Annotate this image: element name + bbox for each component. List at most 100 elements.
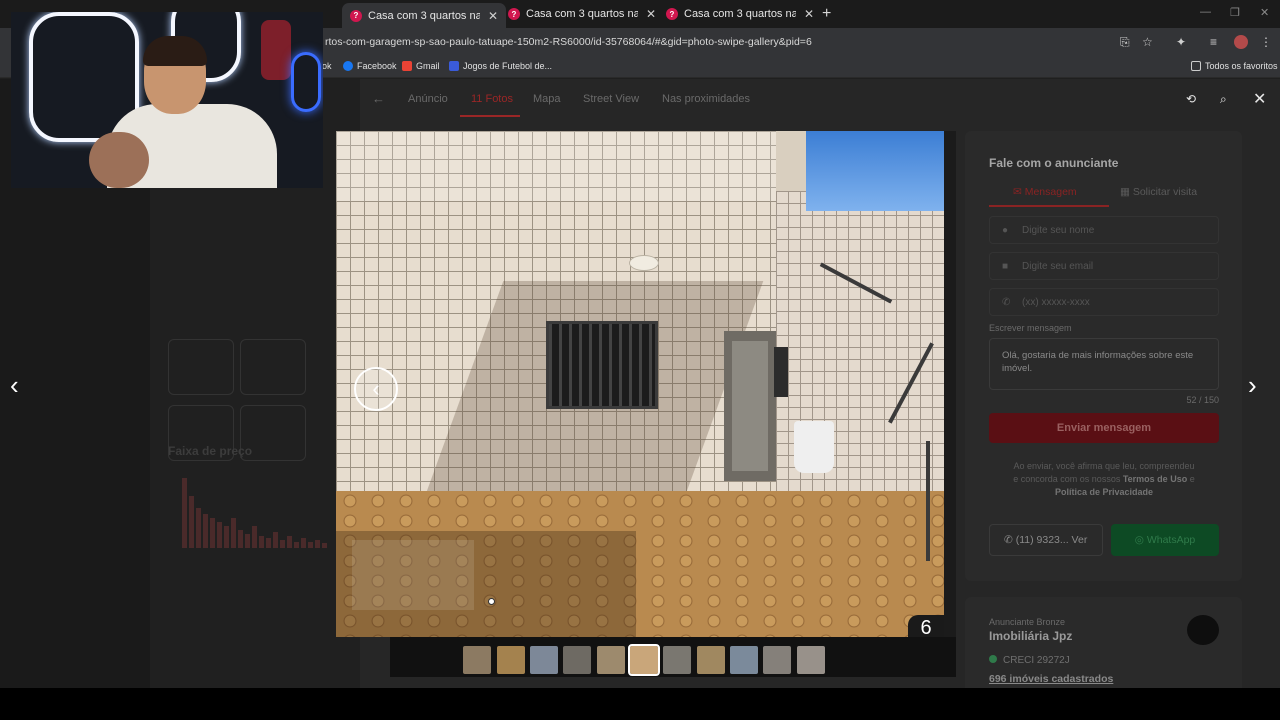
advertiser-tier: Anunciante Bronze (989, 617, 1066, 627)
stair-post (926, 441, 930, 561)
terms-conjunction: e (1189, 474, 1195, 484)
message-textarea[interactable]: Olá, gostaria de mais informações sobre … (989, 338, 1219, 390)
histogram-bar (203, 514, 208, 548)
figure-decor (261, 20, 291, 80)
browser-window: ? Casa com 3 quartos na Rua Joã ✕ ? Casa… (0, 0, 1280, 688)
creci-text: CRECI 29272J (1003, 655, 1070, 666)
new-tab-button[interactable]: + (822, 5, 831, 23)
thumbnail[interactable] (663, 646, 691, 674)
calendar-icon: ▦ (1120, 186, 1133, 198)
tab-active[interactable]: ? Casa com 3 quartos na Rua Joã ✕ (342, 3, 507, 28)
media-controls-icon[interactable]: ≡ (1210, 35, 1217, 49)
histogram-bar (301, 538, 306, 548)
streamer-hair (143, 36, 207, 66)
tab-label: Casa com 3 quartos na Mirante (526, 8, 638, 20)
close-tab-icon[interactable]: ✕ (488, 9, 498, 23)
profile-avatar[interactable] (1234, 35, 1248, 49)
rotate-icon[interactable]: ⟲ (1186, 92, 1196, 106)
thumbnail[interactable] (597, 646, 625, 674)
phone-field[interactable]: ✆ (xx) xxxxx-xxxx (989, 288, 1219, 316)
advertiser-logo[interactable] (1187, 615, 1219, 645)
name-field[interactable]: ● Digite seu nome (989, 216, 1219, 244)
all-bookmarks-label: Todos os favoritos (1205, 61, 1278, 71)
photo-edge (944, 131, 956, 637)
email-field[interactable]: ■ Digite seu email (989, 252, 1219, 280)
tab-mensagem[interactable]: ✉ Mensagem (1013, 186, 1077, 198)
gallery-next-arrow[interactable]: › (1248, 370, 1257, 401)
email-placeholder: Digite seu email (1022, 261, 1094, 272)
thumbnail[interactable] (697, 646, 725, 674)
show-phone-button[interactable]: ✆ (11) 9323... Ver (989, 524, 1103, 556)
histogram-bar (217, 522, 222, 548)
bookmark-gmail[interactable]: Gmail (402, 61, 440, 71)
bookmark-facebook[interactable]: Facebook (343, 61, 397, 71)
gallery-prev-arrow[interactable]: ‹ (10, 370, 19, 401)
back-arrow-icon[interactable]: ← (372, 91, 385, 106)
photo-counter: 6 (908, 615, 944, 639)
bookmark-item[interactable]: ok (322, 61, 332, 71)
tab-street-view[interactable]: Street View (583, 93, 639, 105)
tab-mapa[interactable]: Mapa (533, 93, 561, 105)
advertiser-name[interactable]: Imobiliária Jpz (989, 629, 1072, 643)
photo-lamp (629, 255, 659, 271)
tab-solicitar-visita[interactable]: ▦ Solicitar visita (1120, 186, 1197, 198)
whatsapp-button[interactable]: ◎ WhatsApp (1111, 524, 1219, 556)
gallery-tabs: ← Anúncio 11 Fotos Mapa Street View Nas … (360, 79, 1280, 117)
thumbnail[interactable] (763, 646, 791, 674)
close-window-icon[interactable]: ✕ (1260, 6, 1269, 19)
thumbnail[interactable] (563, 646, 591, 674)
thumbnail-active[interactable] (628, 644, 660, 676)
site-favicon-icon: ? (350, 9, 362, 22)
close-tab-icon[interactable]: ✕ (804, 7, 814, 21)
price-histogram (176, 470, 336, 548)
thumbnail[interactable] (530, 646, 558, 674)
all-bookmarks[interactable]: Todos os favoritos (1191, 61, 1278, 71)
histogram-bar (280, 540, 285, 548)
minimize-icon[interactable]: — (1200, 6, 1211, 18)
terms-line: Ao enviar, você afirma que leu, compreen… (1013, 461, 1195, 471)
contact-panel: Fale com o anunciante ✉ Mensagem ▦ Solic… (965, 131, 1242, 581)
tab-mensagem-label: Mensagem (1024, 186, 1077, 198)
filter-card (168, 339, 234, 395)
histogram-bar (259, 536, 264, 548)
menu-icon[interactable]: ⋮ (1260, 35, 1272, 49)
histogram-bar (210, 518, 215, 548)
photo-sky (806, 131, 944, 211)
url-field[interactable]: rtos-com-garagem-sp-sao-paulo-tatuape-15… (325, 36, 812, 48)
close-icon[interactable]: ✕ (1253, 89, 1266, 109)
show-phone-label: (11) 9323... Ver (1015, 534, 1088, 546)
histogram-bar (189, 496, 194, 548)
photo-stairs (806, 261, 944, 561)
install-app-icon[interactable]: ⎘ (1120, 35, 1130, 50)
message-icon: ✉ (1013, 186, 1025, 198)
histogram-bar (252, 526, 257, 548)
tab-3[interactable]: ? Casa com 3 quartos na Caixa D ✕ (658, 3, 822, 25)
creci-badge: CRECI 29272J (989, 655, 1070, 666)
zoom-icon[interactable]: ⌕ (1220, 92, 1227, 107)
logo-watermark (352, 540, 474, 610)
send-message-button[interactable]: Enviar mensagem (989, 413, 1219, 443)
thumbnail[interactable] (730, 646, 758, 674)
close-tab-icon[interactable]: ✕ (646, 7, 656, 21)
privacy-policy-link[interactable]: Política de Privacidade (1055, 487, 1153, 497)
photo-overhang (336, 131, 776, 201)
histogram-bar (294, 542, 299, 548)
bookmark-label: ok (322, 61, 332, 71)
listings-link[interactable]: 696 imóveis cadastrados (989, 673, 1113, 685)
tab-nas-proximidades[interactable]: Nas proximidades (662, 93, 750, 105)
tab-fotos[interactable]: 11 Fotos (471, 93, 513, 105)
terms-of-use-link[interactable]: Termos de Uso (1123, 474, 1187, 484)
thumbnail[interactable] (463, 646, 491, 674)
extensions-icon[interactable]: ✦ (1176, 35, 1186, 49)
tab-2[interactable]: ? Casa com 3 quartos na Mirante ✕ (500, 3, 664, 25)
photo-prev-button[interactable]: ‹ (354, 367, 398, 411)
bookmark-star-icon[interactable]: ☆ (1142, 35, 1153, 49)
thumbnail[interactable] (497, 646, 525, 674)
thumbnail[interactable] (797, 646, 825, 674)
tab-anuncio[interactable]: Anúncio (408, 93, 448, 105)
person-icon: ● (1002, 225, 1009, 236)
maximize-icon[interactable]: ❐ (1230, 6, 1240, 19)
bookmark-label: Jogos de Futebol de... (463, 61, 553, 71)
bookmark-jogos[interactable]: Jogos de Futebol de... (449, 61, 552, 71)
tab-label: Casa com 3 quartos na Rua Joã (368, 9, 480, 22)
